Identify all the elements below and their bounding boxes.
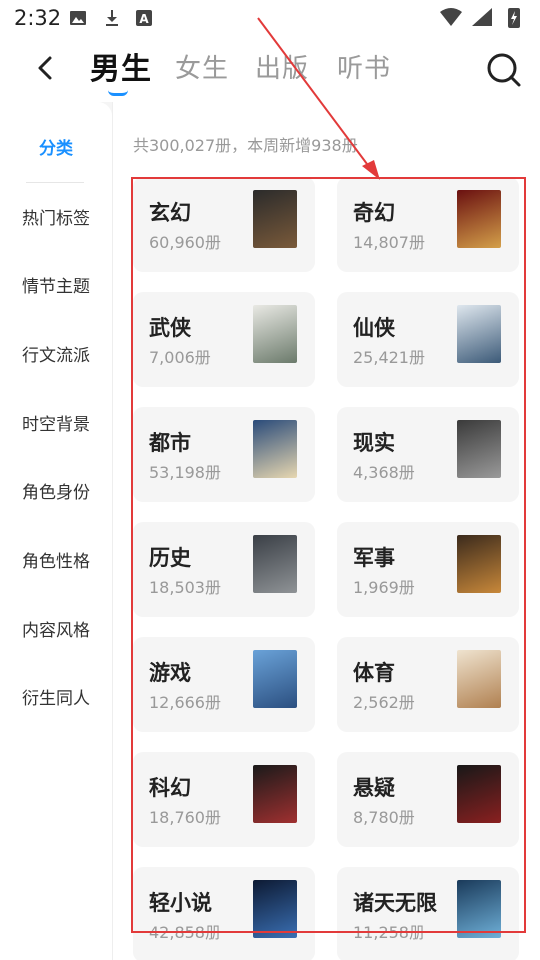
book-cover-image [457, 765, 501, 823]
book-cover-image [253, 880, 297, 938]
status-right-icons [440, 8, 520, 28]
category-count: 4,368册 [353, 463, 415, 482]
category-card[interactable]: 现实 4,368册 [337, 407, 519, 502]
category-name: 仙侠 [353, 316, 395, 340]
category-count: 42,858册 [149, 923, 221, 942]
category-count: 7,006册 [149, 348, 211, 367]
book-cover-image [457, 650, 501, 708]
category-count: 18,503册 [149, 578, 221, 597]
svg-text:A: A [139, 12, 149, 26]
sidebar-item-writing-style[interactable]: 行文流派 [0, 336, 112, 376]
category-card[interactable]: 悬疑 8,780册 [337, 752, 519, 847]
category-card[interactable]: 体育 2,562册 [337, 637, 519, 732]
sidebar-item-content-style[interactable]: 内容风格 [0, 611, 112, 651]
sidebar-item-plot-theme[interactable]: 情节主题 [0, 267, 112, 307]
category-name: 诸天无限 [353, 891, 437, 915]
category-name: 奇幻 [353, 201, 395, 225]
book-cover-image [253, 535, 297, 593]
category-card[interactable]: 仙侠 25,421册 [337, 292, 519, 387]
tab-publish[interactable]: 出版 [255, 48, 309, 85]
category-name: 军事 [353, 546, 395, 570]
category-name: 体育 [353, 661, 395, 685]
category-count: 8,780册 [353, 808, 415, 827]
category-name: 武侠 [149, 316, 191, 340]
category-count: 12,666册 [149, 693, 221, 712]
book-cover-image [253, 765, 297, 823]
active-tab-indicator [108, 90, 128, 96]
category-content: 共300,027册，本周新增938册 玄幻 60,960册 奇幻 14,807册武侠 7… [112, 102, 540, 960]
category-count: 60,960册 [149, 233, 221, 252]
category-card[interactable]: 轻小说 42,858册 [133, 867, 315, 960]
category-card[interactable]: 玄幻 60,960册 [133, 177, 315, 272]
category-card[interactable]: 都市 53,198册 [133, 407, 315, 502]
book-cover-image [253, 190, 297, 248]
tab-female[interactable]: 女生 [175, 48, 229, 85]
chevron-left-icon[interactable] [28, 50, 64, 86]
main-area: 分类 热门标签 情节主题 行文流派 时空背景 角色身份 角色性格 内容风格 衍生… [0, 102, 540, 960]
category-card[interactable]: 历史 18,503册 [133, 522, 315, 617]
book-cover-image [253, 305, 297, 363]
book-cover-image [457, 535, 501, 593]
wifi-icon [440, 8, 462, 26]
summary-text: 共300,027册，本周新增938册 [133, 136, 358, 155]
category-count: 25,421册 [353, 348, 425, 367]
category-card[interactable]: 军事 1,969册 [337, 522, 519, 617]
sidebar-item-role-identity[interactable]: 角色身份 [0, 473, 112, 513]
category-name: 都市 [149, 431, 191, 455]
sidebar-divider [26, 182, 84, 183]
sidebar-item-classification[interactable]: 分类 [0, 129, 112, 169]
category-name: 轻小说 [149, 891, 212, 915]
sidebar-item-fan-fiction[interactable]: 衍生同人 [0, 679, 112, 719]
category-name: 游戏 [149, 661, 191, 685]
sidebar-item-role-personality[interactable]: 角色性格 [0, 542, 112, 582]
download-icon [106, 10, 118, 26]
book-cover-image [457, 190, 501, 248]
tab-audiobook[interactable]: 听书 [337, 48, 391, 85]
search-icon[interactable] [484, 50, 524, 90]
category-count: 11,258册 [353, 923, 425, 942]
top-nav: 男生 女生 出版 听书 [0, 36, 540, 102]
category-count: 18,760册 [149, 808, 221, 827]
status-time: 2:32 [14, 6, 62, 30]
category-name: 悬疑 [353, 776, 395, 800]
category-card[interactable]: 诸天无限 11,258册 [337, 867, 519, 960]
accessibility-icon: A [136, 10, 152, 26]
category-card[interactable]: 游戏 12,666册 [133, 637, 315, 732]
status-bar: 2:32 A [0, 0, 540, 36]
category-count: 1,969册 [353, 578, 415, 597]
category-name: 现实 [353, 431, 395, 455]
tab-male[interactable]: 男生 [90, 44, 152, 88]
book-cover-image [457, 420, 501, 478]
category-count: 14,807册 [353, 233, 425, 252]
category-name: 玄幻 [149, 201, 191, 225]
category-card[interactable]: 科幻 18,760册 [133, 752, 315, 847]
book-cover-image [457, 880, 501, 938]
sidebar-item-hot-tags[interactable]: 热门标签 [0, 199, 112, 239]
signal-icon [472, 8, 492, 26]
sidebar-item-time-space[interactable]: 时空背景 [0, 405, 112, 445]
category-count: 53,198册 [149, 463, 221, 482]
category-count: 2,562册 [353, 693, 415, 712]
category-card[interactable]: 武侠 7,006册 [133, 292, 315, 387]
book-cover-image [253, 420, 297, 478]
book-cover-image [457, 305, 501, 363]
category-name: 历史 [149, 546, 191, 570]
image-icon [70, 11, 86, 25]
category-name: 科幻 [149, 776, 191, 800]
category-sidebar: 分类 热门标签 情节主题 行文流派 时空背景 角色身份 角色性格 内容风格 衍生… [0, 102, 112, 960]
book-cover-image [253, 650, 297, 708]
category-card[interactable]: 奇幻 14,807册 [337, 177, 519, 272]
